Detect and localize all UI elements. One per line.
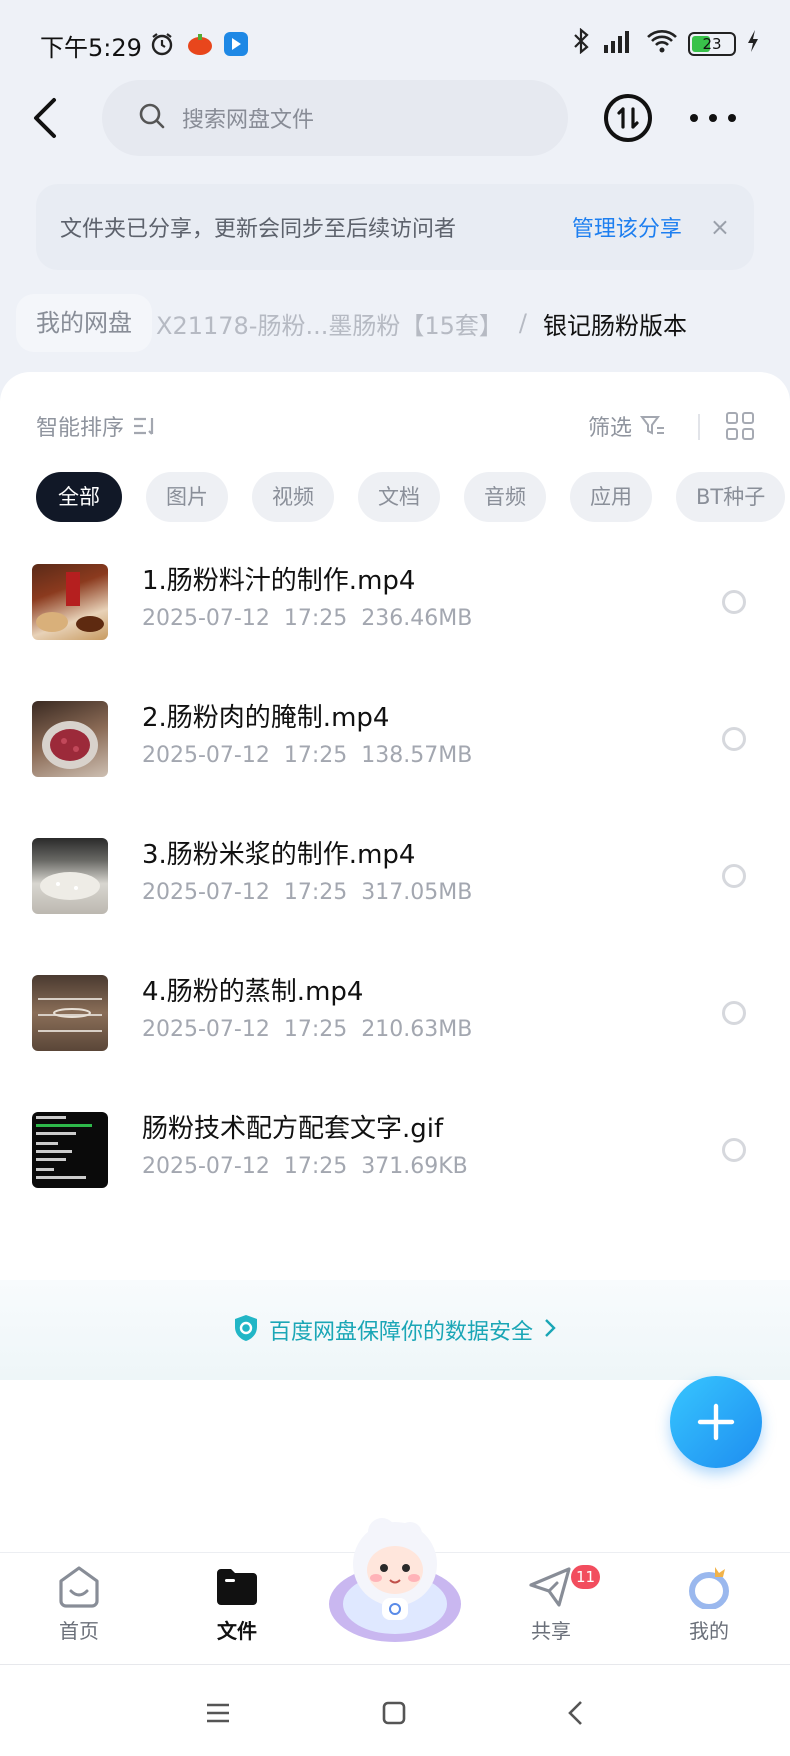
home-icon bbox=[59, 1566, 99, 1608]
transfer-button[interactable] bbox=[604, 94, 652, 142]
status-time: 下午5:29 bbox=[40, 34, 142, 62]
file-row[interactable]: 4.肠粉的蒸制.mp4 2025-07-12 17:25 210.63MB bbox=[0, 959, 790, 1077]
search-icon bbox=[138, 102, 166, 134]
add-button[interactable] bbox=[670, 1376, 762, 1468]
nav-item-mine[interactable]: 我的 bbox=[664, 1565, 754, 1644]
chip-all[interactable]: 全部 bbox=[36, 472, 122, 522]
close-icon[interactable]: × bbox=[710, 213, 730, 241]
file-meta: 2025-07-12 17:25 138.57MB bbox=[142, 743, 473, 768]
file-meta: 2025-07-12 17:25 371.69KB bbox=[142, 1154, 468, 1179]
nav-label-mine: 我的 bbox=[689, 1619, 729, 1643]
file-meta: 2025-07-12 17:25 210.63MB bbox=[142, 1017, 473, 1042]
breadcrumb: 我的网盘 X21178-肠粉...墨肠粉【15套】 / 银记肠粉版本 bbox=[0, 290, 790, 356]
file-name: 肠粉技术配方配套文字.gif bbox=[142, 1114, 444, 1144]
file-row[interactable]: 1.肠粉料汁的制作.mp4 2025-07-12 17:25 236.46MB bbox=[0, 548, 790, 666]
nav-label-share: 共享 bbox=[531, 1619, 571, 1643]
breadcrumb-current: 银记肠粉版本 bbox=[542, 311, 687, 340]
chip-videos[interactable]: 视频 bbox=[252, 472, 334, 522]
battery-indicator: 23 bbox=[688, 32, 736, 56]
profile-icon bbox=[689, 1567, 729, 1609]
more-menu-button[interactable] bbox=[690, 100, 736, 136]
file-meta: 2025-07-12 17:25 236.46MB bbox=[142, 606, 473, 631]
filter-icon bbox=[640, 416, 665, 435]
file-row[interactable]: 肠粉技术配方配套文字.gif 2025-07-12 17:25 371.69KB bbox=[0, 1096, 790, 1214]
select-radio[interactable] bbox=[722, 727, 746, 751]
search-input[interactable]: 搜索网盘文件 bbox=[102, 80, 568, 156]
sort-label: 智能排序 bbox=[36, 416, 125, 441]
shield-icon bbox=[233, 1314, 259, 1346]
alarm-icon bbox=[148, 30, 176, 58]
wifi-icon bbox=[646, 29, 678, 59]
nav-label-home: 首页 bbox=[59, 1619, 99, 1643]
chevron-left-icon bbox=[34, 98, 56, 138]
select-radio[interactable] bbox=[722, 1001, 746, 1025]
video-thumbnail bbox=[32, 838, 108, 914]
file-name: 2.肠粉肉的腌制.mp4 bbox=[142, 703, 390, 733]
grid-view-icon[interactable] bbox=[726, 412, 754, 440]
charging-icon bbox=[746, 29, 760, 59]
plus-icon bbox=[697, 1403, 735, 1441]
share-notice-banner: 文件夹已分享，更新会同步至后续访问者 管理该分享 × bbox=[36, 184, 754, 270]
app-shortcut-icon bbox=[222, 30, 250, 58]
manage-share-link[interactable]: 管理该分享 bbox=[572, 211, 682, 243]
chip-apps[interactable]: 应用 bbox=[570, 472, 652, 522]
breadcrumb-separator: / bbox=[518, 309, 527, 337]
filter-button[interactable]: 筛选 bbox=[588, 410, 666, 442]
paper-plane-icon bbox=[529, 1567, 571, 1607]
breadcrumb-root[interactable]: 我的网盘 bbox=[16, 294, 152, 352]
select-radio[interactable] bbox=[722, 864, 746, 888]
file-name: 4.肠粉的蒸制.mp4 bbox=[142, 977, 364, 1007]
signal-icon bbox=[600, 29, 636, 59]
chip-audio[interactable]: 音频 bbox=[464, 472, 546, 522]
folder-icon bbox=[217, 1569, 257, 1605]
nav-item-files[interactable]: 文件 bbox=[192, 1565, 282, 1644]
toolbar-divider bbox=[698, 414, 700, 440]
chevron-right-icon bbox=[543, 1317, 557, 1343]
home-square-icon[interactable] bbox=[374, 1695, 414, 1731]
video-thumbnail bbox=[32, 564, 108, 640]
back-button[interactable] bbox=[30, 96, 70, 140]
select-radio[interactable] bbox=[722, 590, 746, 614]
chip-documents[interactable]: 文档 bbox=[358, 472, 440, 522]
data-safety-banner[interactable]: 百度网盘保障你的数据安全 bbox=[0, 1280, 790, 1380]
share-badge: 11 bbox=[571, 1565, 601, 1589]
file-name: 1.肠粉料汁的制作.mp4 bbox=[142, 566, 416, 596]
app-notification-icon bbox=[186, 30, 214, 58]
breadcrumb-middle[interactable]: X21178-肠粉...墨肠粉【15套】 bbox=[156, 306, 503, 341]
video-thumbnail bbox=[32, 701, 108, 777]
file-type-chips: 全部 图片 视频 文档 音频 应用 BT种子 bbox=[36, 472, 786, 522]
file-row[interactable]: 2.肠粉肉的腌制.mp4 2025-07-12 17:25 138.57MB bbox=[0, 685, 790, 803]
select-radio[interactable] bbox=[722, 1138, 746, 1162]
system-nav-bar bbox=[0, 1664, 790, 1756]
status-right: 23 bbox=[572, 27, 760, 60]
video-thumbnail bbox=[32, 975, 108, 1051]
nav-item-home[interactable]: 首页 bbox=[34, 1565, 124, 1644]
sort-button[interactable]: 智能排序 bbox=[36, 410, 158, 442]
notice-text: 文件夹已分享，更新会同步至后续访问者 bbox=[60, 217, 457, 242]
file-meta: 2025-07-12 17:25 317.05MB bbox=[142, 880, 473, 905]
back-triangle-icon[interactable] bbox=[556, 1695, 596, 1731]
file-name: 3.肠粉米浆的制作.mp4 bbox=[142, 840, 416, 870]
search-placeholder: 搜索网盘文件 bbox=[182, 108, 315, 133]
chip-images[interactable]: 图片 bbox=[146, 472, 228, 522]
filter-label: 筛选 bbox=[588, 416, 633, 441]
sort-icon bbox=[134, 417, 154, 435]
nav-label-files: 文件 bbox=[217, 1619, 257, 1643]
nav-item-share[interactable]: 11 共享 bbox=[506, 1565, 601, 1644]
file-row[interactable]: 3.肠粉米浆的制作.mp4 2025-07-12 17:25 317.05MB bbox=[0, 822, 790, 940]
chip-bt-torrents[interactable]: BT种子 bbox=[676, 472, 786, 522]
gif-thumbnail bbox=[32, 1112, 108, 1188]
assistant-mascot[interactable] bbox=[322, 1512, 468, 1646]
transfer-icon bbox=[617, 107, 639, 129]
menu-icon[interactable] bbox=[198, 1695, 238, 1731]
status-bar: 下午5:29 23 bbox=[0, 0, 790, 92]
bluetooth-icon bbox=[572, 27, 590, 60]
safety-text: 百度网盘保障你的数据安全 bbox=[268, 1320, 533, 1345]
